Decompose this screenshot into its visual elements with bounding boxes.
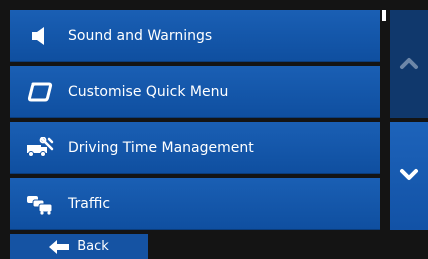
menu-item-label: Driving Time Management <box>68 139 254 156</box>
arrow-left-icon <box>49 239 70 254</box>
menu-item-traffic[interactable]: Traffic <box>10 178 380 230</box>
speaker-icon <box>18 10 62 62</box>
back-button[interactable]: Back <box>10 234 148 259</box>
back-label: Back <box>77 239 109 254</box>
scroll-up-button[interactable] <box>390 10 428 118</box>
truck-tool-icon <box>18 122 62 174</box>
traffic-cars-icon <box>18 178 62 230</box>
scrollbar-thumb[interactable] <box>382 10 386 21</box>
menu-item-sound-and-warnings[interactable]: Sound and Warnings <box>10 10 380 62</box>
menu-item-label: Customise Quick Menu <box>68 83 229 100</box>
menu-item-customise-quick-menu[interactable]: Customise Quick Menu <box>10 66 380 118</box>
menu-item-label: Sound and Warnings <box>68 27 213 44</box>
menu-item-driving-time-management[interactable]: Driving Time Management <box>10 122 380 174</box>
chevron-up-icon <box>399 55 419 74</box>
chevron-down-icon <box>399 167 419 186</box>
scroll-down-button[interactable] <box>390 122 428 230</box>
menu-item-label: Traffic <box>68 195 111 212</box>
quick-menu-icon <box>18 66 62 118</box>
